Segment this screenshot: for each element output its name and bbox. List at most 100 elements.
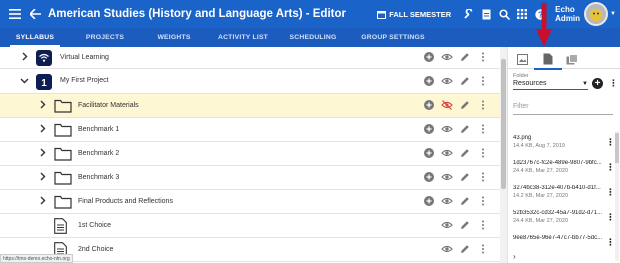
chevron-down-icon[interactable]: ▼ [610, 11, 616, 17]
list-item[interactable]: 2nd Choice [0, 238, 500, 262]
edit-pencil-icon[interactable] [456, 220, 474, 230]
add-circle-icon[interactable] [420, 52, 438, 62]
eye-icon[interactable] [438, 124, 456, 134]
document-list-icon[interactable] [477, 0, 495, 28]
eye-icon[interactable] [438, 196, 456, 206]
chevron-right-icon[interactable] [37, 148, 47, 159]
edit-pencil-icon[interactable] [456, 124, 474, 134]
list-item[interactable]: Benchmark 3 [0, 166, 500, 190]
file-meta: 14.2 KB, Mar 27, 2020 [513, 193, 569, 199]
chevron-right-icon[interactable] [19, 52, 29, 63]
search-icon[interactable] [495, 0, 513, 28]
tab-group-settings[interactable]: GROUP SETTINGS [348, 28, 438, 47]
more-vert-icon[interactable]: ⋮ [609, 78, 618, 89]
visibility-off-icon[interactable] [438, 100, 456, 110]
tab-weights[interactable]: WEIGHTS [140, 28, 208, 47]
more-vert-icon[interactable] [474, 172, 492, 182]
eye-icon[interactable] [438, 76, 456, 86]
add-circle-icon[interactable] [420, 148, 438, 158]
more-vert-icon[interactable]: ⋮ [606, 237, 615, 248]
list-item[interactable]: 1 My First Project [0, 69, 500, 94]
apps-grid-icon[interactable] [513, 0, 531, 28]
user-name[interactable]: Echo Admin [555, 5, 580, 23]
row-actions [420, 196, 492, 206]
wrench-icon[interactable] [459, 0, 477, 28]
file-icon[interactable] [534, 51, 562, 70]
semester-selector[interactable]: FALL SEMESTER [377, 10, 451, 19]
list-scrollbar[interactable] [500, 47, 507, 263]
file-meta: 24.4 KB, Mar 27, 2020 [513, 218, 569, 224]
file-list-item[interactable]: 52b3532c-cd32-45a7-91d2-d71... 24.4 KB, M… [513, 210, 615, 224]
more-vert-icon[interactable] [474, 196, 492, 206]
more-vert-icon[interactable]: ⋮ [606, 137, 615, 148]
list-item-label: Benchmark 3 [78, 173, 120, 181]
file-name: 1d23767c-fc2e-489e-9807-9bfc... [513, 160, 602, 166]
more-vert-icon[interactable] [474, 244, 492, 254]
eye-icon[interactable] [438, 220, 456, 230]
edit-pencil-icon[interactable] [456, 76, 474, 86]
more-vert-icon[interactable]: ⋮ [606, 212, 615, 223]
more-vert-icon[interactable] [474, 100, 492, 110]
file-name: 52b3532c-cd32-45a7-91d2-d71... [513, 210, 603, 216]
edit-pencil-icon[interactable] [456, 196, 474, 206]
list-item[interactable]: 1st Choice [0, 214, 500, 238]
back-arrow-icon[interactable] [26, 0, 44, 28]
list-item[interactable]: Benchmark 1 [0, 118, 500, 142]
list-item[interactable]: Final Products and Reflections [0, 190, 500, 214]
filter-input[interactable]: Filter [513, 103, 613, 115]
folder-select[interactable]: Resources ▼ [513, 80, 588, 90]
edit-pencil-icon[interactable] [456, 100, 474, 110]
more-vert-icon[interactable] [474, 220, 492, 230]
image-icon[interactable] [514, 51, 530, 67]
add-circle-icon[interactable] [420, 172, 438, 182]
file-list-item[interactable]: 9ee8765e-96e7-47c7-bb77-5dc... ⋮ [513, 235, 615, 247]
more-vert-icon[interactable] [474, 148, 492, 158]
top-app-bar: American Studies (History and Language A… [0, 0, 620, 28]
edit-pencil-icon[interactable] [456, 52, 474, 62]
edit-pencil-icon[interactable] [456, 148, 474, 158]
tab-syllabus[interactable]: SYLLABUS [0, 28, 70, 47]
chevron-right-icon[interactable] [37, 196, 47, 207]
file-meta: 14.4 KB, Aug 7, 2019 [513, 143, 565, 149]
add-circle-icon[interactable] [420, 100, 438, 110]
tab-activity-list[interactable]: ACTIVITY LIST [208, 28, 278, 47]
list-item[interactable]: Benchmark 2 [0, 142, 500, 166]
add-file-button[interactable]: + [592, 78, 603, 89]
add-circle-icon[interactable] [420, 124, 438, 134]
library-icon[interactable] [564, 51, 580, 67]
eye-icon[interactable] [438, 148, 456, 158]
add-circle-icon[interactable] [420, 75, 438, 86]
wifi-badge-icon [36, 50, 52, 71]
edit-pencil-icon[interactable] [456, 244, 474, 254]
file-list-item[interactable]: 43.png 14.4 KB, Aug 7, 2019 ⋮ [513, 135, 615, 149]
edit-pencil-icon[interactable] [456, 172, 474, 182]
panel-scrollbar[interactable] [615, 131, 619, 261]
more-vert-icon[interactable] [474, 76, 492, 86]
list-item-label: 1st Choice [78, 221, 112, 229]
more-vert-icon[interactable]: ⋮ [606, 162, 615, 173]
file-list-item[interactable]: 3274bc38-312e-407b-b410-d1f... 14.2 KB, M… [513, 185, 615, 199]
chevron-right-icon[interactable]: › [513, 252, 516, 261]
chevron-right-icon[interactable] [37, 124, 47, 135]
row-actions [420, 75, 492, 86]
more-vert-icon[interactable] [474, 124, 492, 134]
eye-icon[interactable] [438, 244, 456, 254]
file-list-item[interactable]: 1d23767c-fc2e-489e-9807-9bfc... 24.4 KB, … [513, 160, 615, 174]
more-vert-icon[interactable]: ⋮ [606, 187, 615, 198]
list-item-label: 2nd Choice [78, 245, 114, 253]
avatar[interactable] [584, 2, 609, 26]
eye-icon[interactable] [438, 52, 456, 62]
tab-projects[interactable]: PROJECTS [70, 28, 140, 47]
list-item-label: Benchmark 2 [78, 149, 120, 157]
menu-icon[interactable] [4, 0, 26, 28]
chevron-down-icon[interactable] [19, 76, 29, 87]
tab-scheduling[interactable]: SCHEDULING [278, 28, 348, 47]
list-item[interactable]: Facilitator Materials [0, 94, 500, 118]
row-actions [420, 148, 492, 158]
more-vert-icon[interactable] [474, 52, 492, 62]
add-circle-icon[interactable] [420, 196, 438, 206]
eye-icon[interactable] [438, 172, 456, 182]
list-item[interactable]: Virtual Learning [0, 47, 500, 69]
chevron-right-icon[interactable] [37, 100, 47, 111]
chevron-right-icon[interactable] [37, 172, 47, 183]
